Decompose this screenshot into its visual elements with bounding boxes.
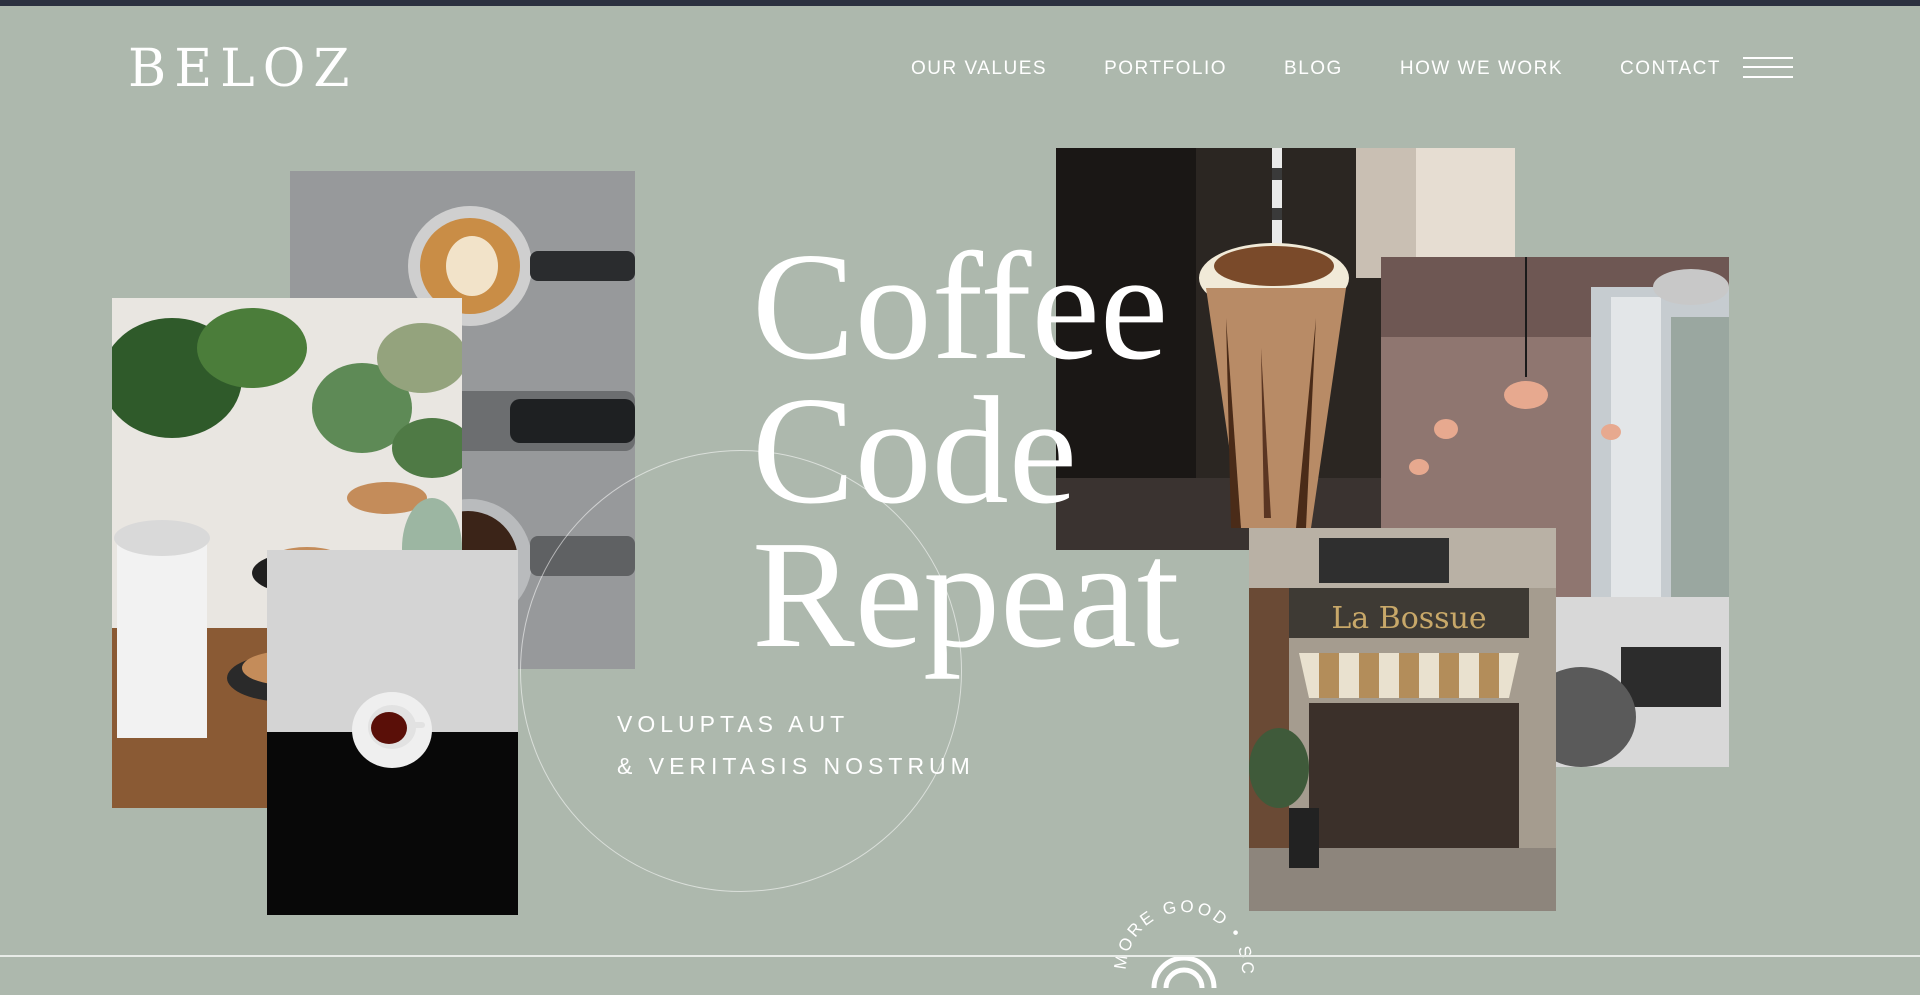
tagline-line-1: VOLUPTAS AUT xyxy=(617,711,850,737)
scroll-arrow-icon xyxy=(1151,955,1217,989)
headline-line-3: Repeat xyxy=(752,510,1180,680)
nav-item-how-we-work[interactable]: HOW WE WORK xyxy=(1400,58,1563,80)
nav-item-blog[interactable]: BLOG xyxy=(1284,58,1343,80)
nav-item-contact[interactable]: CONTACT xyxy=(1620,58,1721,80)
hero-headline: Coffee Code Repeat xyxy=(752,222,1180,680)
tagline-line-2: & VERITASIS NOSTRUM xyxy=(617,753,975,779)
main-nav: OUR VALUES PORTFOLIO BLOG HOW WE WORK CO… xyxy=(911,58,1778,80)
photo-espresso-cup xyxy=(267,550,518,915)
scroll-badge[interactable]: MORE GOOD • SCROLL xyxy=(1098,855,1266,990)
brand-logo[interactable]: BELOZ xyxy=(128,38,357,100)
nav-item-our-values[interactable]: OUR VALUES xyxy=(911,58,1047,80)
nav-item-portfolio[interactable]: PORTFOLIO xyxy=(1104,58,1227,80)
photo-paris-cafe-storefront: La Bossue xyxy=(1249,528,1556,911)
headline-line-2: Code xyxy=(752,366,1078,536)
hero-tagline: VOLUPTAS AUT & VERITASIS NOSTRUM xyxy=(617,703,975,787)
top-bar xyxy=(0,0,1920,6)
svg-text:MORE GOOD • SCROLL: MORE GOOD • SCROLL xyxy=(1106,870,1257,977)
scroll-badge-text: MORE GOOD • SCROLL xyxy=(1098,855,1254,977)
hamburger-menu-icon[interactable] xyxy=(1743,57,1793,81)
svg-text:La Bossue: La Bossue xyxy=(1331,601,1486,636)
headline-line-1: Coffee xyxy=(752,222,1169,392)
